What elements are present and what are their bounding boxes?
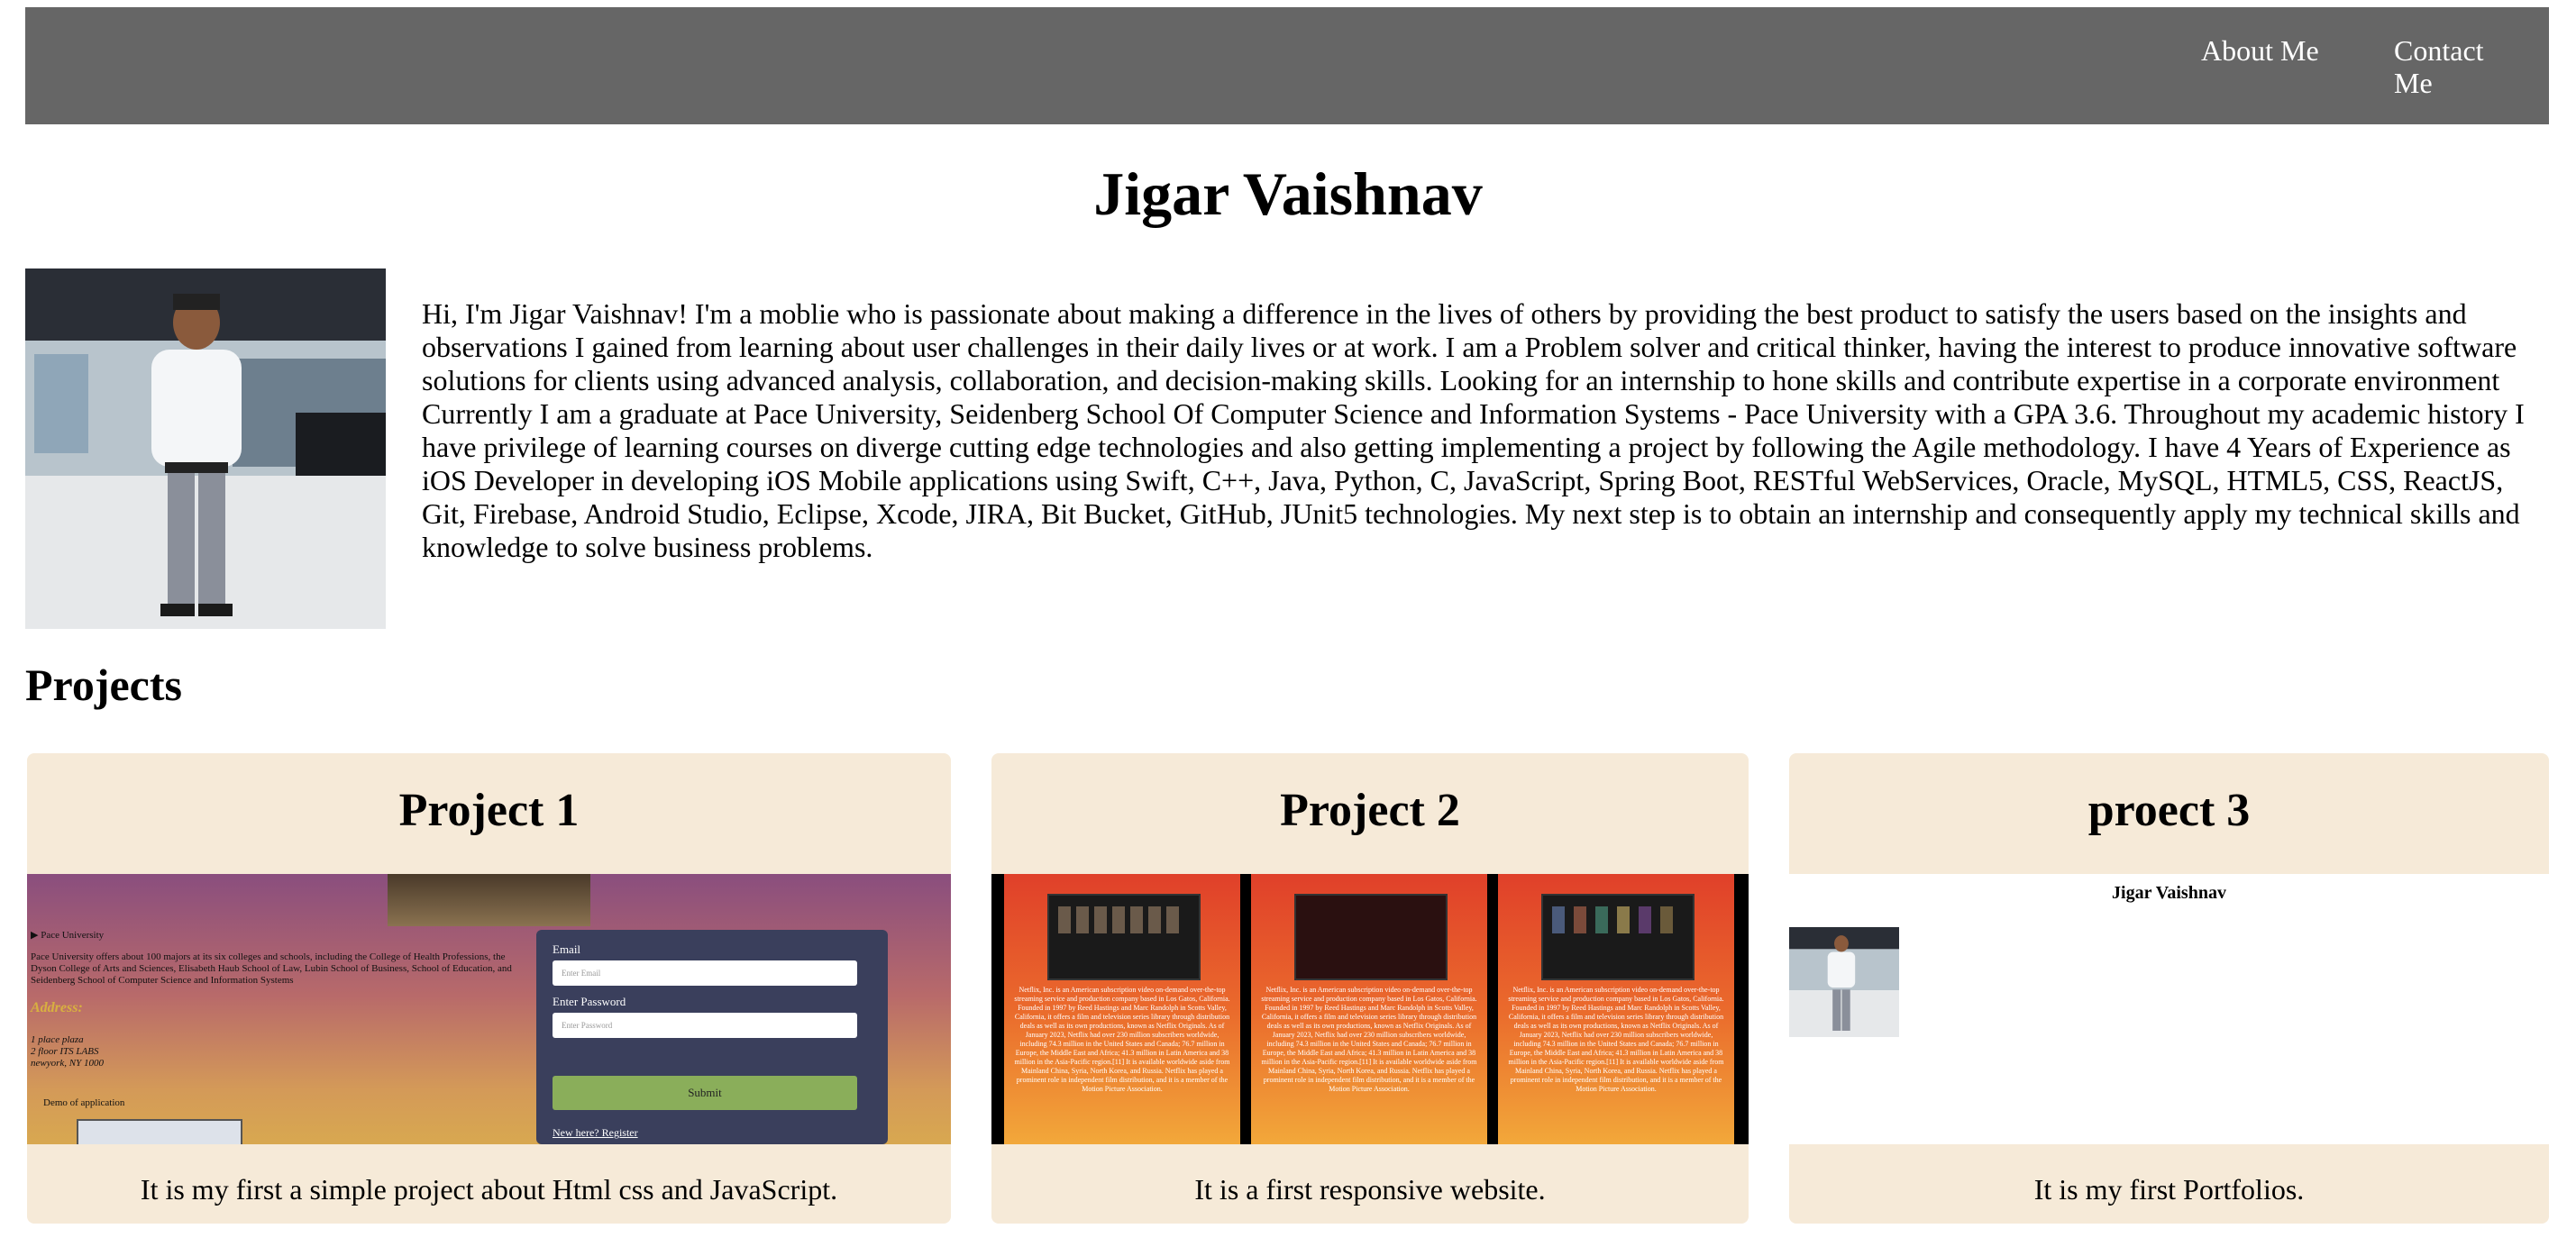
building-image — [388, 874, 590, 926]
project-card-description: It is my first Portfolios. — [2033, 1173, 2305, 1206]
tv-image — [1047, 894, 1201, 980]
project-card-description: It is my first a simple project about Ht… — [140, 1173, 838, 1206]
profile-photo — [25, 268, 386, 629]
page-title: Jigar Vaishnav — [1093, 159, 1483, 228]
preview-address-line: newyork, NY 1000 — [31, 1058, 104, 1069]
preview-email-input: Enter Email — [553, 960, 857, 986]
preview-name: Jigar Vaishnav — [2112, 883, 2226, 903]
project-card-3: proect 3 Jigar Vaishnav It is my first P… — [1789, 753, 2549, 1224]
preview-login-form: Email Enter Email Enter Password Enter P… — [536, 930, 888, 1144]
preview-panel-text: Netflix, Inc. is an American subscriptio… — [1014, 986, 1230, 1093]
project-3-preview-image: Jigar Vaishnav — [1789, 874, 2549, 1144]
project-card-title: proect 3 — [2087, 785, 2251, 836]
tv-image — [1294, 894, 1448, 980]
demo-phone-image — [77, 1119, 242, 1144]
project-card-1: Project 1 ▶ Pace University Pace Univers… — [27, 753, 951, 1224]
preview-profile-photo — [1789, 926, 1899, 1038]
preview-panel: Netflix, Inc. is an American subscriptio… — [1251, 874, 1487, 1144]
preview-password-input: Enter Password — [553, 1013, 857, 1038]
top-navbar: About Me Contact Me — [25, 7, 2549, 124]
project-card-description: It is a first responsive website. — [1194, 1173, 1546, 1206]
tv-image — [1541, 894, 1694, 980]
preview-panel-text: Netflix, Inc. is an American subscriptio… — [1508, 986, 1724, 1093]
preview-list-item: ▶ Pace University — [31, 930, 105, 941]
preview-demo-label: Demo of application — [43, 1097, 125, 1108]
preview-panel-text: Netflix, Inc. is an American subscriptio… — [1261, 986, 1477, 1093]
preview-address-label: Address: — [31, 1000, 83, 1015]
project-card-title: Project 2 — [1280, 785, 1460, 836]
preview-submit-button: Submit — [553, 1076, 857, 1110]
preview-panel: Netflix, Inc. is an American subscriptio… — [1498, 874, 1734, 1144]
nav-about-me-link[interactable]: About Me — [2201, 34, 2319, 67]
project-card-2: Project 2 Netflix, Inc. is an American s… — [991, 753, 1749, 1224]
preview-panel: Netflix, Inc. is an American subscriptio… — [1004, 874, 1240, 1144]
project-1-preview-image: ▶ Pace University Pace University offers… — [27, 874, 951, 1144]
project-card-title: Project 1 — [398, 785, 580, 836]
preview-paragraph: Pace University offers about 100 majors … — [31, 951, 512, 986]
preview-password-label: Enter Password — [553, 995, 626, 1008]
preview-email-label: Email — [553, 942, 581, 956]
project-2-preview-image: Netflix, Inc. is an American subscriptio… — [991, 874, 1749, 1144]
projects-heading: Projects — [25, 660, 182, 710]
nav-contact-me-link[interactable]: Contact Me — [2394, 34, 2520, 99]
preview-register-link: New here? Register — [553, 1126, 638, 1139]
preview-address-line: 1 place plaza — [31, 1034, 84, 1045]
preview-address-line: 2 floor ITS LABS — [31, 1046, 99, 1057]
bio-paragraph: Hi, I'm Jigar Vaishnav! I'm a moblie who… — [422, 297, 2525, 563]
